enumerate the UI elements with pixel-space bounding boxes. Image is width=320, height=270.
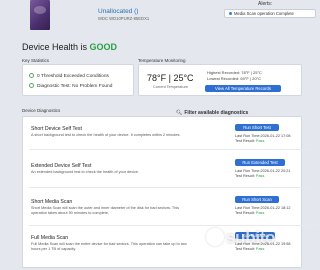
watermark-logo bbox=[206, 228, 224, 246]
key-statistics-label: Key Statistics bbox=[22, 58, 50, 63]
test-result-label: Test Result: bbox=[235, 174, 255, 178]
device-header: Unallocated () WDC WD10PURZ-85EDX1 Alert… bbox=[0, 0, 320, 42]
test-result-value: Pass bbox=[255, 139, 265, 143]
diagnostic-description: A short background test to check the hea… bbox=[31, 133, 181, 137]
diagnostic-title: Extended Device Self Test bbox=[31, 163, 92, 169]
test-result: Test Result: Pass bbox=[235, 139, 264, 143]
key-statistics-panel: 0 Threshold Exceeded Conditions Diagnost… bbox=[22, 64, 134, 96]
device-title: Unallocated () bbox=[98, 8, 139, 15]
lowest-recorded: Lowest Recorded: 69°F | 20°C bbox=[207, 76, 262, 81]
drive-image bbox=[30, 0, 50, 30]
last-run-time: Last Run Time:2026-01-22 18:12 bbox=[235, 206, 291, 210]
run-extended-test-button[interactable]: Run Extended Test bbox=[235, 159, 285, 166]
run-short-test-button[interactable]: Run Short Test bbox=[235, 124, 279, 131]
diagnostics-label: Device Diagnostics bbox=[22, 108, 61, 113]
diagnostic-description: Full Media Scan will scan the entire dev… bbox=[31, 242, 187, 251]
divider bbox=[29, 187, 317, 188]
info-icon bbox=[229, 12, 232, 16]
alert-item[interactable]: Media Scan operation Complete bbox=[224, 9, 316, 18]
alerts-label: Alerts: bbox=[258, 1, 273, 7]
test-result-label: Test Result: bbox=[235, 139, 255, 143]
test-result: Test Result: Pass bbox=[235, 174, 264, 178]
test-result-value: Pass bbox=[255, 174, 265, 178]
temperature-panel: 78°F | 25°C Current Temperature Highest … bbox=[138, 64, 302, 96]
run-short-scan-button[interactable]: Run Short Scan bbox=[235, 196, 279, 203]
diagnostic-title: Short Device Self Test bbox=[31, 126, 82, 132]
check-circle-icon bbox=[29, 73, 34, 78]
device-health: Device Health is GOOD bbox=[22, 42, 117, 52]
temperature-label: Temperature Monitoring bbox=[138, 58, 186, 63]
test-result-label: Test Result: bbox=[235, 211, 255, 215]
test-result: Test Result: Pass bbox=[235, 211, 264, 215]
check-circle-icon bbox=[29, 83, 34, 88]
highest-recorded: Highest Recorded: 78°F | 25°C bbox=[207, 70, 262, 75]
current-temperature: 78°F | 25°C bbox=[147, 73, 194, 83]
stat-text: 0 Threshold Exceeded Conditions bbox=[37, 73, 109, 79]
stat-row: Diagnostic Test: No Problem Found bbox=[29, 83, 112, 89]
watermark-text: subito bbox=[226, 228, 276, 247]
diagnostic-title: Full Media Scan bbox=[31, 235, 69, 241]
last-run-time: Last Run Time:2026-01-22 17:08 bbox=[235, 134, 291, 138]
alert-text: Media Scan operation Complete bbox=[234, 11, 294, 16]
view-all-temperature-records-button[interactable]: View All Temperature Records bbox=[205, 85, 281, 92]
device-model: WDC WD10PURZ-85EDX1 bbox=[98, 16, 150, 21]
current-temperature-label: Current Temperature bbox=[153, 85, 188, 89]
divider bbox=[29, 225, 317, 226]
diagnostic-title: Short Media Scan bbox=[31, 199, 73, 205]
diagnostic-description: Short Media Scan will scan the outer and… bbox=[31, 206, 180, 215]
stat-row: 0 Threshold Exceeded Conditions bbox=[29, 73, 109, 79]
diagnostic-description: An extended background test to check the… bbox=[31, 170, 140, 174]
health-prefix: Device Health is bbox=[22, 42, 88, 52]
last-run-time: Last Run Time:2026-01-22 20:21 bbox=[235, 169, 291, 173]
divider bbox=[29, 149, 317, 150]
health-status: GOOD bbox=[89, 42, 118, 52]
stat-text: Diagnostic Test: No Problem Found bbox=[37, 83, 113, 89]
test-result-value: Pass bbox=[255, 211, 265, 215]
